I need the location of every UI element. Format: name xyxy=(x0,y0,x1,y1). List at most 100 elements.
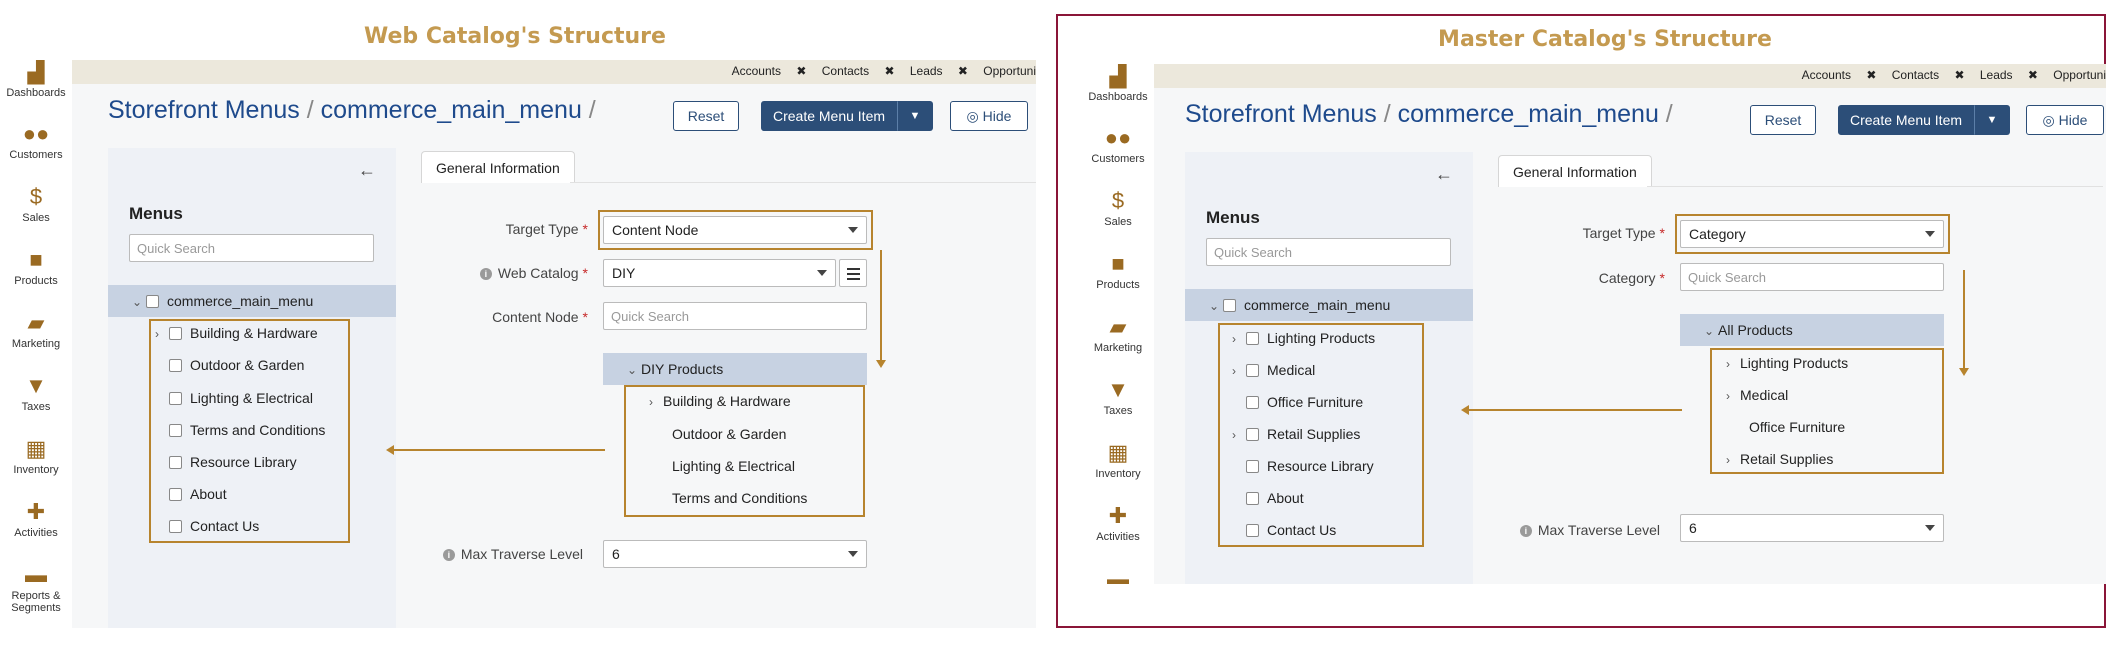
reset-button[interactable]: Reset xyxy=(1750,105,1816,135)
collapse-arrow-icon[interactable]: ← xyxy=(1435,164,1453,185)
hide-button[interactable]: ◎ Hide xyxy=(2026,105,2104,135)
content-tree-highlight xyxy=(624,385,865,517)
marketing-icon: ▰ xyxy=(1109,314,1127,339)
menus-title: Menus xyxy=(1206,208,1260,227)
nav-activities[interactable]: ✚ Activities xyxy=(1082,504,1154,544)
category-label: Category * xyxy=(1598,270,1665,286)
breadcrumb-commerce-main-menu[interactable]: commerce_main_menu xyxy=(1398,100,1659,128)
nav-dashboards[interactable]: ▟ Dashboards xyxy=(0,60,72,99)
menu-tree-root[interactable]: ⌄ commerce_main_menu xyxy=(108,285,396,317)
menus-search-input[interactable]: Quick Search xyxy=(1206,238,1451,266)
category-tree-root[interactable]: ⌄ All Products xyxy=(1680,314,1944,346)
master-catalog-heading: Master Catalog's Structure xyxy=(1438,27,1772,52)
chevron-down-icon[interactable]: ⌄ xyxy=(627,354,641,386)
web-catalog-heading: Web Catalog's Structure xyxy=(364,24,666,49)
create-dropdown-button[interactable]: ▼ xyxy=(897,101,933,131)
nav-sales[interactable]: $ Sales xyxy=(0,184,72,225)
tab-general-information[interactable]: General Information xyxy=(1498,155,1652,187)
web-topbar: Accounts ✖ Contacts ✖ Leads ✖ Opportuni xyxy=(0,60,1036,84)
sales-icon: $ xyxy=(29,184,43,209)
content-node-search-input[interactable]: Quick Search xyxy=(603,302,867,330)
eye-icon: ◎ xyxy=(966,108,983,124)
info-icon[interactable]: i xyxy=(479,268,492,280)
topbar-tab-accounts[interactable]: Accounts ✖ xyxy=(732,64,807,78)
breadcrumb-storefront-menus[interactable]: Storefront Menus xyxy=(1185,100,1377,128)
hamburger-menu-icon[interactable] xyxy=(839,259,867,287)
menu-highlight-box xyxy=(149,319,350,543)
nav-taxes[interactable]: ▼ Taxes xyxy=(0,373,72,414)
inventory-icon: ▦ xyxy=(1107,440,1129,465)
tab-divider xyxy=(1647,186,2103,187)
chevron-down-icon[interactable]: ⌄ xyxy=(132,286,146,318)
category-search-input[interactable]: Quick Search xyxy=(1680,263,1944,291)
nav-customers[interactable]: ●● Customers xyxy=(1082,126,1154,166)
nav-activities[interactable]: ✚ Activities xyxy=(0,500,72,540)
collapse-arrow-icon[interactable]: ← xyxy=(358,160,376,181)
menus-search-input[interactable]: Quick Search xyxy=(129,234,374,262)
web-catalog-select[interactable]: DIY xyxy=(603,259,836,287)
create-menu-item-button[interactable]: Create Menu Item xyxy=(761,101,897,131)
max-traverse-label: i Max Traverse Level xyxy=(420,546,583,562)
category-tree-highlight xyxy=(1710,348,1944,474)
dashboards-icon: ▟ xyxy=(27,60,45,84)
nav-dashboards[interactable]: ▟ Dashboards xyxy=(1082,64,1154,103)
topbar-tab-leads[interactable]: Leads ✖ xyxy=(910,64,968,78)
nav-reports[interactable]: ▬ xyxy=(1082,566,1154,585)
topbar-tab-opportunities[interactable]: Opportuni xyxy=(2053,68,2106,82)
target-type-label: Target Type * xyxy=(1582,225,1665,241)
topbar-tab-contacts[interactable]: Contacts ✖ xyxy=(822,64,895,78)
breadcrumb-commerce-main-menu[interactable]: commerce_main_menu xyxy=(321,96,582,124)
target-type-highlight xyxy=(1675,214,1950,254)
max-traverse-label: i Max Traverse Level xyxy=(1500,522,1660,538)
breadcrumb-storefront-menus[interactable]: Storefront Menus xyxy=(108,96,300,124)
down-arrow-connector xyxy=(1959,270,1969,376)
create-menu-item-button[interactable]: Create Menu Item xyxy=(1838,105,1974,135)
left-arrow-connector xyxy=(386,445,605,455)
inventory-icon: ▦ xyxy=(25,436,47,461)
info-icon[interactable]: i xyxy=(1519,525,1532,537)
reports-icon: ▬ xyxy=(1107,566,1129,585)
nav-taxes[interactable]: ▼ Taxes xyxy=(1082,378,1154,418)
topbar-tab-contacts[interactable]: Contacts ✖ xyxy=(1892,68,1965,82)
checkbox[interactable] xyxy=(146,295,159,308)
topbar-tab-opportunities[interactable]: Opportuni xyxy=(983,64,1036,78)
tab-general-information[interactable]: General Information xyxy=(421,151,575,183)
nav-reports[interactable]: ▬ Reports & Segments xyxy=(0,562,72,615)
web-catalog-label: i Web Catalog * xyxy=(420,265,588,281)
reports-icon: ▬ xyxy=(25,562,47,587)
master-breadcrumb: Storefront Menus / commerce_main_menu / xyxy=(1185,100,1673,128)
target-type-label: Target Type * xyxy=(505,221,588,237)
chevron-down-icon[interactable]: ⌄ xyxy=(1704,315,1718,347)
eye-icon: ◎ xyxy=(2042,112,2059,128)
max-traverse-select[interactable]: 6 xyxy=(1680,514,1944,542)
menu-tree-root[interactable]: ⌄ commerce_main_menu xyxy=(1185,289,1473,321)
nav-sales[interactable]: $ Sales xyxy=(1082,188,1154,229)
create-dropdown-button[interactable]: ▼ xyxy=(1974,105,2010,135)
chevron-down-icon[interactable]: ⌄ xyxy=(1209,290,1223,322)
sales-icon: $ xyxy=(1111,188,1125,213)
master-topbar: Accounts ✖ Contacts ✖ Leads ✖ Opportuni xyxy=(1082,64,2106,88)
nav-customers[interactable]: ●● Customers xyxy=(0,122,72,162)
left-arrow-connector xyxy=(1461,405,1682,415)
menu-highlight-box xyxy=(1218,323,1424,547)
hide-button[interactable]: ◎ Hide xyxy=(950,101,1028,131)
master-sidebar: ▟ Dashboards ●● Customers $ Sales ■ Products… xyxy=(1082,64,1154,584)
dashboards-icon: ▟ xyxy=(1109,64,1127,88)
nav-inventory[interactable]: ▦ Inventory xyxy=(0,436,72,477)
topbar-tab-accounts[interactable]: Accounts ✖ xyxy=(1802,68,1877,82)
info-icon[interactable]: i xyxy=(442,549,455,561)
max-traverse-select[interactable]: 6 xyxy=(603,540,867,568)
nav-products[interactable]: ■ Products xyxy=(0,248,72,288)
taxes-icon: ▼ xyxy=(25,373,47,398)
nav-marketing[interactable]: ▰ Marketing xyxy=(0,311,72,351)
reset-button[interactable]: Reset xyxy=(673,101,739,131)
nav-inventory[interactable]: ▦ Inventory xyxy=(1082,440,1154,481)
down-arrow-connector xyxy=(876,250,886,368)
content-node-label: Content Node * xyxy=(492,309,588,325)
products-icon: ■ xyxy=(1111,251,1125,276)
topbar-tab-leads[interactable]: Leads ✖ xyxy=(1980,68,2038,82)
web-breadcrumb: Storefront Menus / commerce_main_menu / xyxy=(108,96,596,124)
nav-products[interactable]: ■ Products xyxy=(1082,251,1154,292)
content-tree-root[interactable]: ⌄ DIY Products xyxy=(603,353,867,385)
nav-marketing[interactable]: ▰ Marketing xyxy=(1082,314,1154,355)
